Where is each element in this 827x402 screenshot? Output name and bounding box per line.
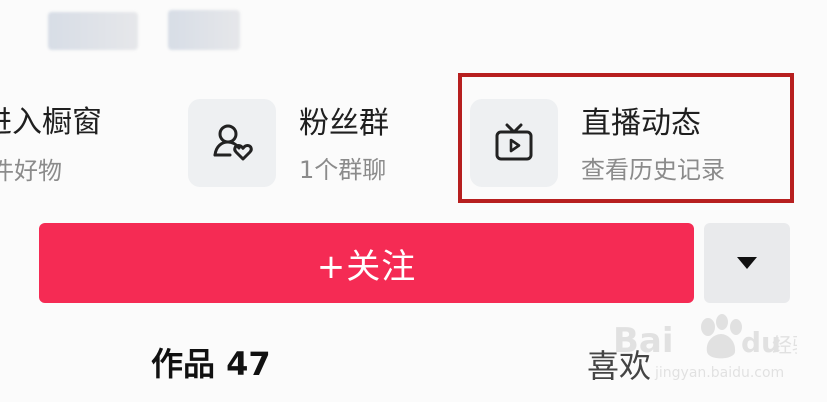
showcase-subtitle: 件好物: [0, 157, 62, 185]
blurred-header-right: [168, 10, 240, 50]
fans-group-title: 粉丝群: [299, 106, 389, 141]
svg-text:jingyan.baidu.com: jingyan.baidu.com: [654, 365, 784, 381]
user-heart-icon: [213, 124, 253, 161]
svg-text:Bai: Bai: [613, 321, 674, 361]
svg-text:经验: 经验: [772, 333, 797, 357]
tab-works-label: 作品: [151, 345, 216, 383]
follow-button[interactable]: +关注: [39, 223, 694, 303]
more-options-button[interactable]: [704, 223, 790, 303]
tab-works[interactable]: 作品 47: [151, 348, 271, 380]
blurred-header-left: [48, 12, 138, 50]
tab-works-count: 47: [226, 345, 271, 383]
fans-group-icon-tile: [188, 99, 276, 187]
fans-group-subtitle: 1个群聊: [299, 156, 387, 184]
caret-down-icon: [737, 257, 757, 269]
baidu-watermark-logo: Bai du 经验 jingyan.baidu.com: [613, 314, 797, 381]
highlight-box: [458, 73, 794, 203]
fans-group-feature[interactable]: 粉丝群 1个群聊: [188, 99, 448, 189]
showcase-feature[interactable]: 进入橱窗 件好物: [0, 95, 140, 195]
showcase-title: 进入橱窗: [0, 105, 102, 140]
